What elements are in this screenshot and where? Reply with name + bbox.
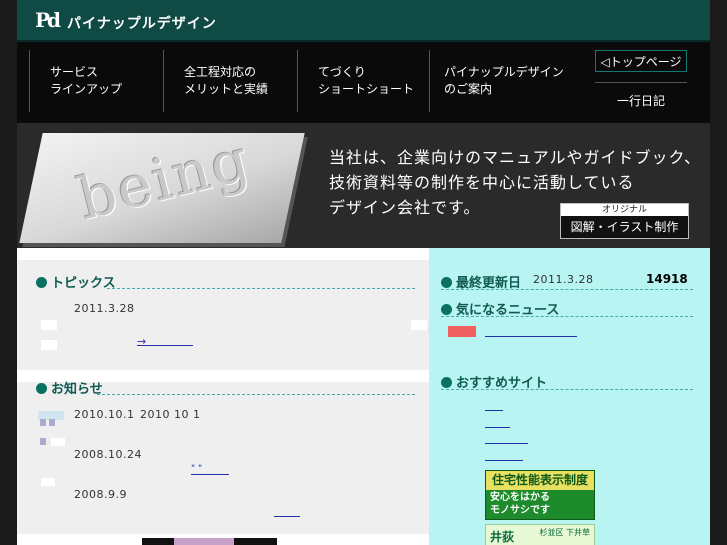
- divider: [441, 316, 693, 317]
- divider: [97, 394, 415, 395]
- hero-line: 当社は、企業向けのマニュアルやガイドブック、: [329, 148, 702, 167]
- diary-link[interactable]: 一行日記: [595, 82, 687, 115]
- thumbnail-image[interactable]: [174, 538, 234, 545]
- banner-line: モノサシです: [490, 505, 550, 516]
- last-updated-date: 2011.3.28: [533, 273, 594, 286]
- new-badge: [38, 411, 64, 445]
- pentagon-icon: [36, 277, 47, 288]
- bullet: [51, 438, 65, 446]
- topics-link-text: →: [137, 335, 147, 348]
- top-page-button[interactable]: ◁トップページ: [595, 50, 687, 72]
- right-column: 最終更新日 2011.3.28 14918 気になるニュース おすすめサイト 住…: [429, 248, 710, 545]
- badge-small-label: オリジナル: [561, 204, 688, 216]
- pentagon-icon: [36, 383, 47, 394]
- pentagon-icon: [441, 277, 452, 288]
- divider: [107, 288, 415, 289]
- banner-subtitle: 杉並区 下井草: [539, 528, 590, 537]
- notice-link[interactable]: " ": [191, 464, 229, 475]
- logo[interactable]: Pd: [35, 8, 61, 32]
- notice-link[interactable]: [274, 516, 300, 517]
- topics-link[interactable]: →: [137, 335, 193, 348]
- nav-label: 全工程対応の: [184, 65, 257, 79]
- bullet: [41, 478, 55, 486]
- hero-line: 技術資料等の制作を中心に活動している: [329, 173, 635, 192]
- site-link[interactable]: [485, 410, 503, 411]
- stripe: [17, 248, 429, 260]
- hero-banner: being 当社は、企業向けのマニュアルやガイドブック、 技術資料等の制作を中心…: [17, 123, 710, 248]
- iogi-banner[interactable]: 井荻 杉並区 下井草: [485, 524, 595, 545]
- notices-title-text: お知らせ: [51, 382, 103, 397]
- housing-performance-banner[interactable]: 住宅性能表示制度 安心をはかる モノサシです: [485, 470, 595, 520]
- left-margin: [0, 0, 18, 545]
- nav-label: パイナップルデザイン: [444, 65, 564, 79]
- topics-date: 2011.3.28: [74, 302, 135, 315]
- site-header: Pd パイナップルデザイン: [17, 0, 710, 42]
- site-name[interactable]: パイナップルデザイン: [67, 13, 217, 33]
- nav-label: ショートショート: [318, 82, 415, 96]
- badge-main-label: 図解・イラスト制作: [570, 220, 679, 234]
- bullet: [41, 320, 57, 330]
- notice-link-text: " ": [191, 464, 203, 474]
- visitor-counter: 14918: [646, 272, 688, 286]
- nav-label: メリットと実績: [184, 82, 269, 96]
- banner-title: 住宅性能表示制度: [486, 471, 594, 490]
- site-link[interactable]: [485, 427, 510, 428]
- bullet: [41, 340, 57, 350]
- topics-title-text: トピックス: [51, 276, 116, 291]
- nav-services[interactable]: サービス ラインアップ: [29, 50, 163, 112]
- topics-title: トピックス: [36, 272, 116, 291]
- divider: [441, 289, 693, 290]
- nav-short-short[interactable]: てづくり ショートショート: [297, 50, 429, 112]
- right-margin: [709, 0, 727, 545]
- nav-merits[interactable]: 全工程対応の メリットと実績: [163, 50, 297, 112]
- notice-extra: 2010 10 1: [140, 408, 201, 421]
- pentagon-icon: [441, 304, 452, 315]
- left-column: トピックス 2011.3.28 → お知らせ 2010.10.1 2010 10…: [17, 248, 429, 545]
- illustration-badge[interactable]: オリジナル 図解・イラスト制作: [560, 203, 689, 239]
- nav-about[interactable]: パイナップルデザイン のご案内: [429, 50, 581, 112]
- news-tag: [448, 326, 476, 337]
- divider: [441, 389, 693, 390]
- news-link[interactable]: [485, 336, 577, 337]
- notice-date: 2008.9.9: [74, 488, 127, 501]
- nav-label: ラインアップ: [50, 82, 123, 96]
- page: Pd パイナップルデザイン サービス ラインアップ 全工程対応の メリットと実績…: [17, 0, 710, 545]
- bullet: [411, 320, 427, 330]
- notice-date: 2010.10.1: [74, 408, 135, 421]
- banner-line: 安心をはかる: [490, 492, 550, 503]
- nav-label: のご案内: [444, 82, 493, 96]
- nav-label: サービス: [50, 65, 99, 79]
- site-link[interactable]: [485, 460, 523, 461]
- site-link[interactable]: [485, 443, 528, 444]
- nav-label: てづくり: [318, 65, 366, 79]
- notices-title: お知らせ: [36, 378, 103, 397]
- notice-date: 2008.10.24: [74, 448, 142, 461]
- pentagon-icon: [441, 377, 452, 388]
- banner-body: 安心をはかる モノサシです: [486, 490, 594, 518]
